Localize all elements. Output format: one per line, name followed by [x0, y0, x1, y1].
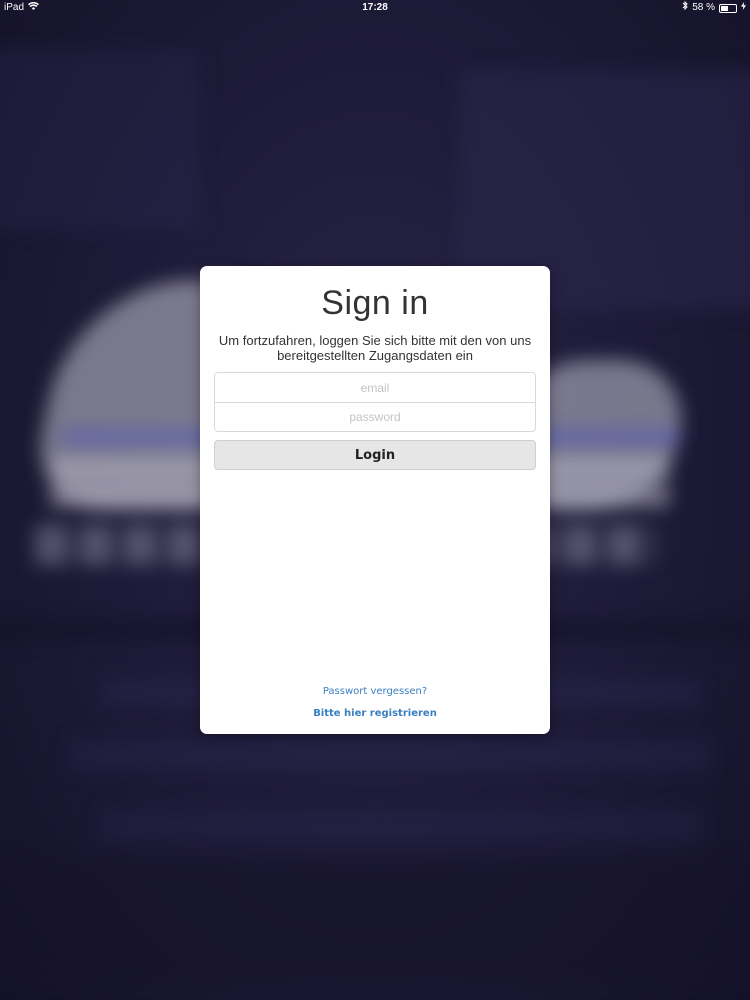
forgot-password-link[interactable]: Passwort vergessen? [200, 686, 550, 698]
battery-level-fill [721, 5, 728, 11]
signin-subtitle: Um fortzufahren, loggen Sie sich bitte m… [218, 333, 532, 363]
password-field[interactable] [215, 402, 535, 431]
bluetooth-icon [682, 0, 688, 16]
email-field[interactable] [215, 373, 535, 402]
status-bar: iPad 17:28 58 % [0, 0, 750, 16]
status-time: 17:28 [362, 2, 388, 13]
register-link[interactable]: Bitte hier registrieren [200, 708, 550, 720]
credentials-fields [214, 372, 536, 432]
charging-bolt-icon [741, 0, 746, 16]
battery-icon [719, 3, 737, 13]
signin-dialog: Sign in Um fortzufahren, loggen Sie sich… [200, 266, 550, 734]
login-button[interactable]: Login [214, 440, 536, 470]
battery-percent: 58 % [692, 2, 715, 13]
signin-links: Passwort vergessen? Bitte hier registrie… [200, 686, 550, 720]
signin-title: Sign in [321, 284, 429, 322]
